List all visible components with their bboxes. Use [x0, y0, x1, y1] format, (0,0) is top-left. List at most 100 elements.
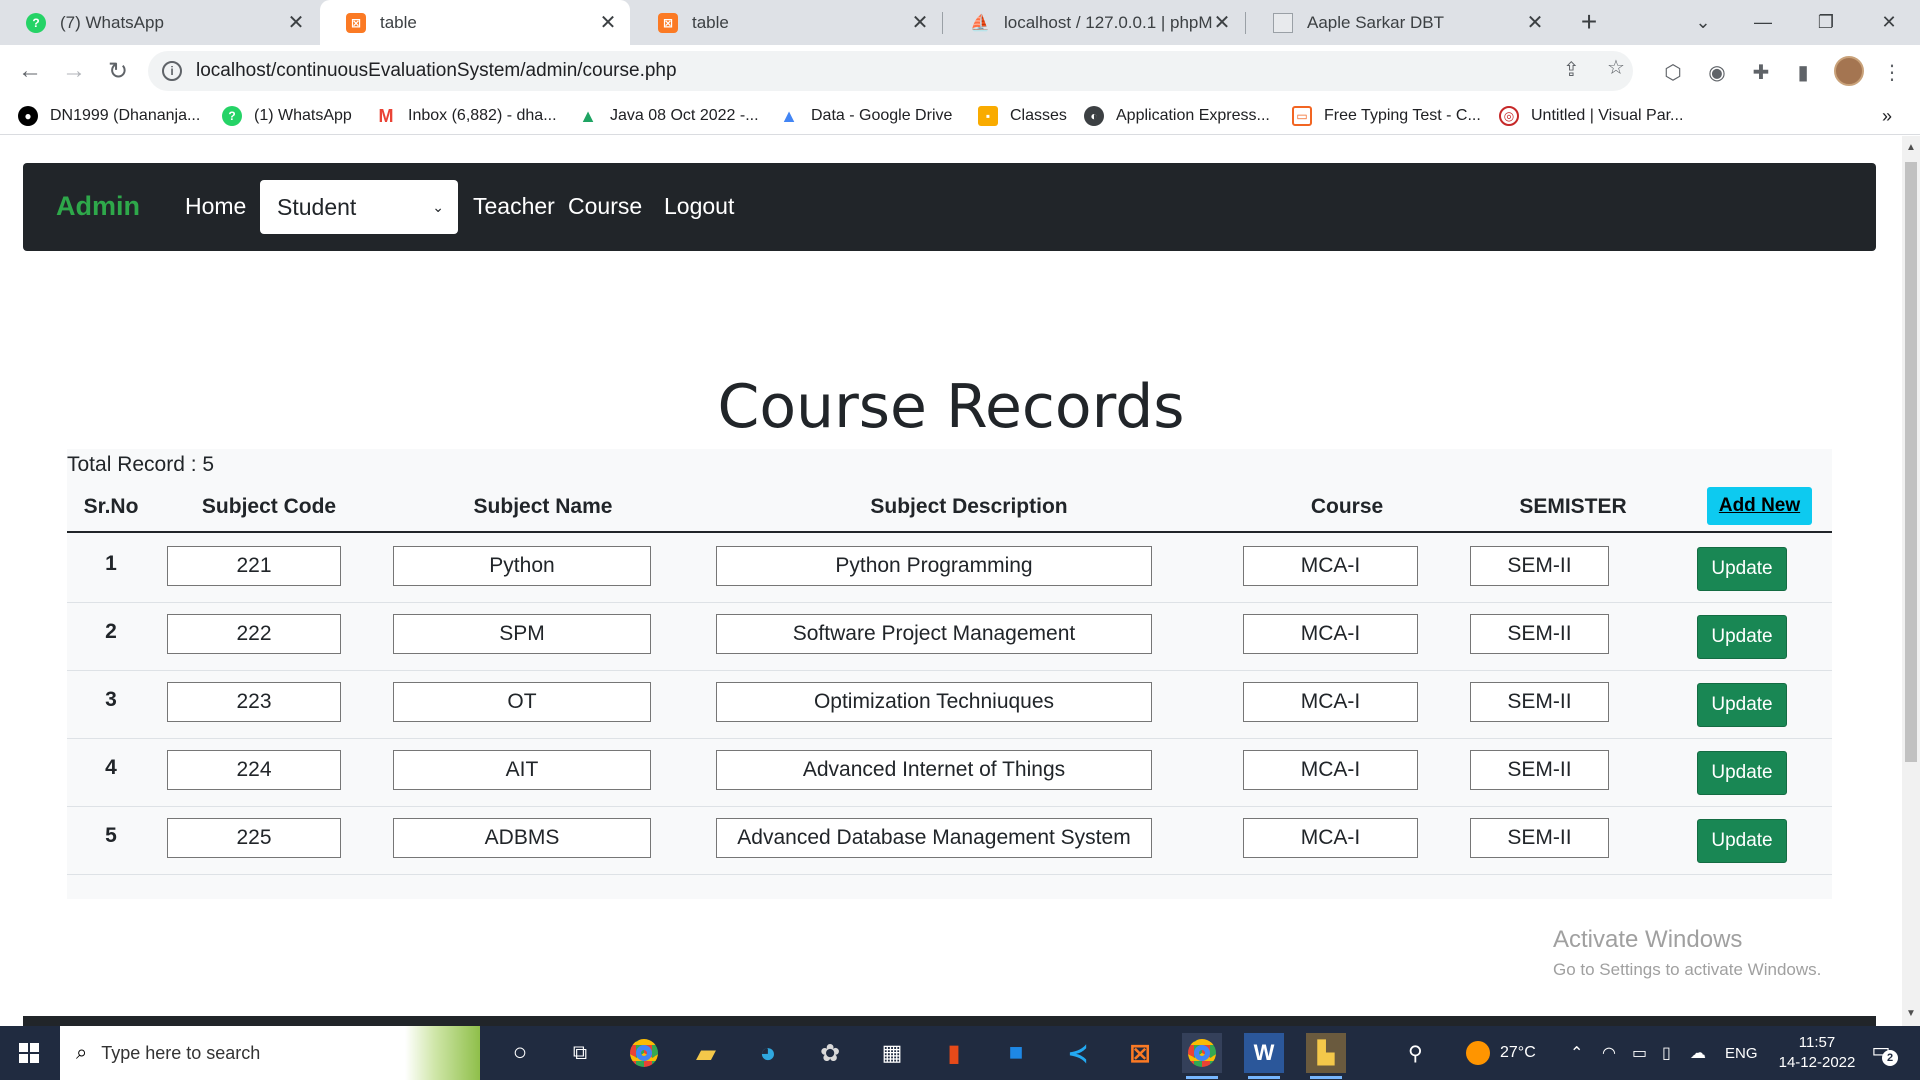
- update-button[interactable]: Update: [1697, 615, 1787, 659]
- subject-description-field[interactable]: Optimization Techniuques: [716, 682, 1152, 722]
- course-field[interactable]: MCA-I: [1243, 614, 1418, 654]
- task-view-icon[interactable]: ⧉: [560, 1033, 600, 1073]
- course-field[interactable]: MCA-I: [1243, 750, 1418, 790]
- extension-cube-icon[interactable]: ⬡: [1659, 58, 1687, 86]
- bookmark-typing[interactable]: ▭ Free Typing Test - C...: [1292, 104, 1481, 128]
- xampp-icon[interactable]: ⊠: [1120, 1033, 1160, 1073]
- update-button[interactable]: Update: [1697, 819, 1787, 863]
- nav-logout[interactable]: Logout: [664, 193, 734, 220]
- close-icon[interactable]: ✕: [910, 10, 930, 35]
- subject-code-field[interactable]: 221: [167, 546, 341, 586]
- wifi-icon[interactable]: ◠: [1602, 1026, 1616, 1080]
- page-scrollbar[interactable]: ▲ ▼: [1902, 136, 1920, 1026]
- tab-phpmyadmin[interactable]: ⛵ localhost / 127.0.0.1 | phpMyA ✕: [944, 0, 1244, 45]
- subject-name-field[interactable]: Python: [393, 546, 651, 586]
- semister-field[interactable]: SEM-II: [1470, 750, 1609, 790]
- tab-whatsapp[interactable]: ? (7) WhatsApp ✕: [0, 0, 318, 45]
- battery-icon[interactable]: ▭: [1632, 1026, 1647, 1080]
- menu-kebab-icon[interactable]: ⋮: [1878, 58, 1906, 86]
- people-icon[interactable]: ⚲: [1408, 1026, 1423, 1080]
- course-field[interactable]: MCA-I: [1243, 818, 1418, 858]
- file-explorer-icon[interactable]: ▰: [686, 1033, 726, 1073]
- store-icon[interactable]: ▦: [872, 1033, 912, 1073]
- tab-table-active[interactable]: ⊠ table ✕: [320, 0, 630, 45]
- semister-field[interactable]: SEM-II: [1470, 682, 1609, 722]
- bookmark-gmail[interactable]: M Inbox (6,882) - dha...: [376, 104, 557, 128]
- course-field[interactable]: MCA-I: [1243, 546, 1418, 586]
- semister-field[interactable]: SEM-II: [1470, 614, 1609, 654]
- tab-table[interactable]: ⊠ table ✕: [632, 0, 942, 45]
- office-icon[interactable]: ▮: [934, 1033, 974, 1073]
- update-button[interactable]: Update: [1697, 683, 1787, 727]
- cortana-icon[interactable]: ○: [500, 1033, 540, 1073]
- extensions-puzzle-icon[interactable]: ✚: [1747, 58, 1775, 86]
- vscode-icon[interactable]: ≺: [1058, 1033, 1098, 1073]
- close-window-button[interactable]: ✕: [1858, 0, 1920, 45]
- subject-code-field[interactable]: 222: [167, 614, 341, 654]
- chevron-up-icon[interactable]: ⌃: [1570, 1026, 1583, 1080]
- side-panel-icon[interactable]: ▮: [1789, 58, 1817, 86]
- navbar-brand[interactable]: Admin: [56, 191, 140, 222]
- subject-description-field[interactable]: Advanced Database Management System: [716, 818, 1152, 858]
- restore-button[interactable]: ❐: [1795, 0, 1857, 45]
- chrome-active-icon[interactable]: [1182, 1033, 1222, 1079]
- subject-code-field[interactable]: 225: [167, 818, 341, 858]
- close-icon[interactable]: ✕: [286, 10, 306, 35]
- start-button[interactable]: [0, 1026, 58, 1080]
- chrome-icon[interactable]: [624, 1033, 664, 1073]
- nav-teacher[interactable]: Teacher: [473, 193, 555, 220]
- subject-description-field[interactable]: Advanced Internet of Things: [716, 750, 1152, 790]
- reload-icon[interactable]: ↻: [100, 53, 136, 89]
- extension-g-icon[interactable]: ◉: [1703, 58, 1731, 86]
- share-icon[interactable]: ⇪: [1563, 57, 1580, 82]
- url-text[interactable]: localhost/continuousEvaluationSystem/adm…: [196, 60, 677, 82]
- language-indicator[interactable]: ENG: [1725, 1026, 1758, 1080]
- taskbar-search[interactable]: ⌕ Type here to search: [60, 1026, 480, 1080]
- semister-field[interactable]: SEM-II: [1470, 546, 1609, 586]
- bookmarks-overflow-button[interactable]: »: [1882, 104, 1892, 128]
- new-tab-button[interactable]: +: [1572, 6, 1606, 40]
- bookmark-github[interactable]: ● DN1999 (Dhananja...: [18, 104, 200, 128]
- paint-icon[interactable]: ✿: [810, 1033, 850, 1073]
- update-button[interactable]: Update: [1697, 751, 1787, 795]
- site-info-icon[interactable]: i: [162, 61, 182, 81]
- subject-description-field[interactable]: Python Programming: [716, 546, 1152, 586]
- subject-code-field[interactable]: 224: [167, 750, 341, 790]
- bookmark-whatsapp[interactable]: ? (1) WhatsApp: [222, 104, 352, 128]
- device-icon[interactable]: ▯: [1662, 1026, 1671, 1080]
- system-clock[interactable]: 11:57 14-12-2022: [1772, 1033, 1862, 1073]
- nav-course[interactable]: Course: [568, 193, 642, 220]
- scroll-up-icon[interactable]: ▲: [1902, 140, 1920, 156]
- close-icon[interactable]: ✕: [1525, 10, 1545, 35]
- close-icon[interactable]: ✕: [1212, 10, 1232, 35]
- student-dropdown[interactable]: Student ⌄: [260, 180, 458, 234]
- tab-aaple-sarkar[interactable]: Aaple Sarkar DBT ✕: [1247, 0, 1557, 45]
- bookmark-visual-paradigm[interactable]: ◎ Untitled | Visual Par...: [1499, 104, 1683, 128]
- update-button[interactable]: Update: [1697, 547, 1787, 591]
- add-new-button[interactable]: Add New: [1707, 487, 1812, 525]
- edge-icon[interactable]: ◕: [748, 1033, 788, 1073]
- subject-name-field[interactable]: OT: [393, 682, 651, 722]
- subject-name-field[interactable]: AIT: [393, 750, 651, 790]
- subject-name-field[interactable]: ADBMS: [393, 818, 651, 858]
- word-icon[interactable]: W: [1244, 1033, 1284, 1079]
- bookmark-apex[interactable]: ◐ Application Express...: [1084, 104, 1270, 128]
- notification-icon[interactable]: ▭ 2: [1866, 1038, 1898, 1068]
- weather-widget[interactable]: 27°C: [1466, 1026, 1536, 1080]
- bookmark-data-drive[interactable]: ▲ Data - Google Drive: [779, 104, 952, 128]
- bookmark-classes[interactable]: ▪ Classes: [978, 104, 1067, 128]
- close-icon[interactable]: ✕: [598, 10, 618, 35]
- bookmark-java[interactable]: ▲ Java 08 Oct 2022 -...: [578, 104, 758, 128]
- scroll-thumb[interactable]: [1905, 162, 1917, 762]
- address-bar[interactable]: i localhost/continuousEvaluationSystem/a…: [148, 51, 1633, 91]
- course-field[interactable]: MCA-I: [1243, 682, 1418, 722]
- scroll-down-icon[interactable]: ▼: [1902, 1006, 1920, 1022]
- onedrive-icon[interactable]: ☁: [1690, 1026, 1706, 1080]
- avatar[interactable]: [1834, 56, 1864, 86]
- tab-search-icon[interactable]: ⌄: [1672, 0, 1734, 45]
- forward-icon[interactable]: →: [56, 53, 92, 89]
- file-manager-icon[interactable]: ▙: [1306, 1033, 1346, 1079]
- back-icon[interactable]: ←: [12, 53, 48, 89]
- pc-manager-icon[interactable]: ■: [996, 1033, 1036, 1073]
- minimize-button[interactable]: —: [1732, 0, 1794, 45]
